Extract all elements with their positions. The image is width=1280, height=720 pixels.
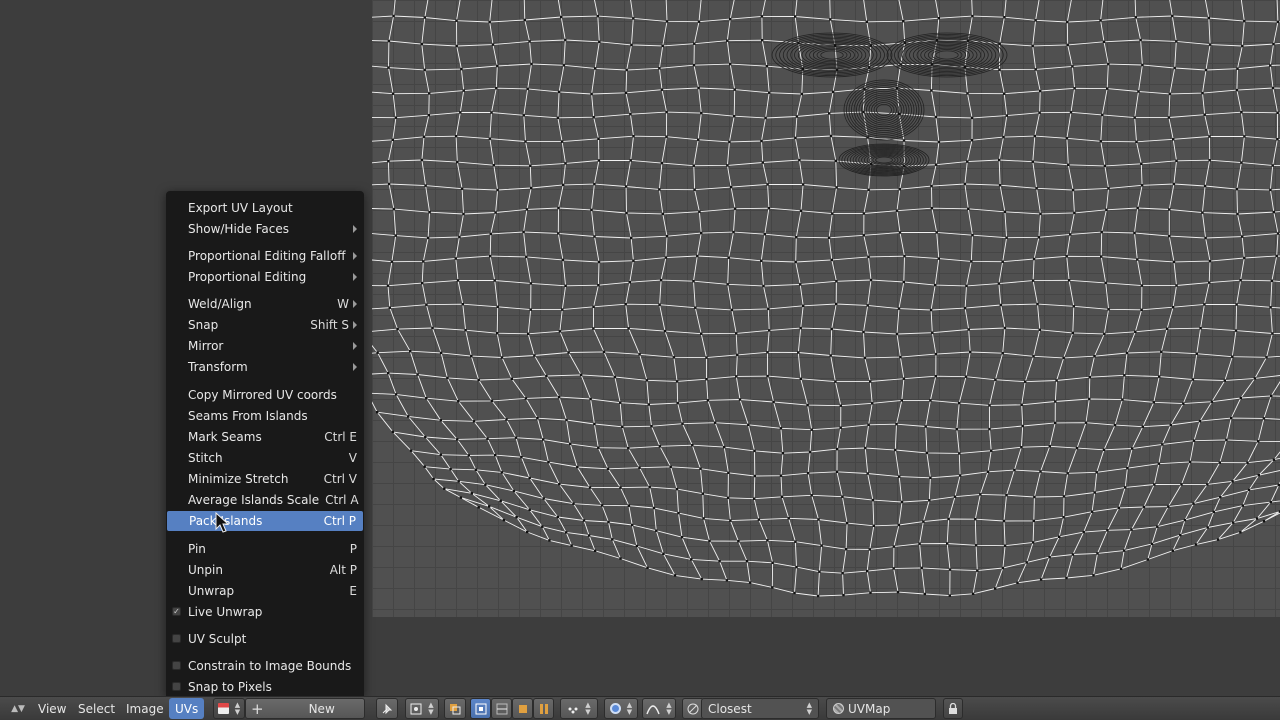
snap-target-dropdown[interactable]: Closest ▲ ▼ (701, 698, 819, 719)
proportional-editing-icon (609, 703, 621, 714)
updown-arrows-icon: ▲ ▼ (234, 700, 241, 716)
checkbox-icon[interactable] (172, 661, 181, 670)
uv-editor-empty-area[interactable] (372, 617, 1280, 696)
uvs-dropdown-menu: Export UV Layout Show/Hide Faces Proport… (166, 191, 364, 696)
updown-arrows-icon: ▲ ▼ (806, 700, 812, 716)
menu-item-unpin[interactable]: Unpin Alt P (166, 560, 364, 580)
menu-item-proportional-editing-falloff[interactable]: Proportional Editing Falloff (166, 246, 364, 266)
lock-icon[interactable] (943, 698, 963, 719)
updown-arrows-icon: ▲ ▼ (626, 700, 633, 716)
island-select-icon[interactable] (533, 698, 554, 719)
menu-item-copy-mirrored-uv-coords[interactable]: Copy Mirrored UV coords (166, 385, 364, 405)
menu-item-minimize-stretch[interactable]: Minimize Stretch Ctrl V (166, 469, 364, 489)
proportional-editing-toggle[interactable]: ▲ ▼ (604, 698, 638, 719)
falloff-curve-icon (646, 704, 660, 714)
checkbox-icon[interactable] (172, 634, 181, 643)
menu-item-show-hide-faces[interactable]: Show/Hide Faces (166, 219, 364, 239)
menu-item-mark-seams[interactable]: Mark Seams Ctrl E (166, 427, 364, 447)
menu-item-pack-islands[interactable]: Pack Islands Ctrl P (167, 511, 363, 531)
submenu-arrow-icon (353, 252, 357, 260)
menu-item-stitch[interactable]: Stitch V (166, 448, 364, 468)
submenu-arrow-icon (353, 342, 357, 350)
menu-item-constrain-to-image-bounds[interactable]: Constrain to Image Bounds (166, 656, 364, 676)
checkbox-checked-icon[interactable]: ✓ (172, 607, 181, 616)
uv-editor-canvas[interactable] (372, 0, 1280, 617)
mouse-cursor-icon (215, 512, 229, 533)
edge-select-icon[interactable] (491, 698, 512, 719)
menu-image[interactable]: Image (126, 698, 164, 719)
sticky-mode-selector[interactable]: ▲ ▼ (560, 698, 598, 719)
updown-arrows-icon: ▲ ▼ (428, 700, 434, 716)
menu-item-seams-from-islands[interactable]: Seams From Islands (166, 406, 364, 426)
submenu-arrow-icon (353, 363, 357, 371)
menu-item-transform[interactable]: Transform (166, 357, 364, 377)
uv-map-icon (833, 703, 844, 714)
menu-view[interactable]: View (38, 698, 66, 719)
pin-icon[interactable] (376, 698, 398, 719)
submenu-arrow-icon (353, 321, 357, 329)
falloff-selector[interactable]: ▲ ▼ (642, 698, 676, 719)
menu-item-proportional-editing[interactable]: Proportional Editing (166, 267, 364, 287)
sticky-mode-icon (568, 707, 578, 713)
menu-item-average-islands-scale[interactable]: Average Islands Scale Ctrl A (166, 490, 364, 510)
menu-item-weld-align[interactable]: Weld/Align W (166, 294, 364, 314)
menu-item-live-unwrap[interactable]: ✓ Live Unwrap (166, 602, 364, 622)
menu-item-export-uv-layout[interactable]: Export UV Layout (166, 198, 364, 218)
updown-arrows-icon: ▲ ▼ (585, 700, 591, 716)
menu-uvs[interactable]: UVs (169, 698, 205, 719)
updown-arrows-icon: ▲ ▼ (666, 700, 672, 716)
menu-item-unwrap[interactable]: Unwrap E (166, 581, 364, 601)
menu-select[interactable]: Select (78, 698, 115, 719)
editor-type-icon[interactable]: ▲▼ (6, 698, 30, 719)
sticky-selection-icon[interactable] (444, 698, 466, 719)
image-browse-button[interactable]: ▲ ▼ (213, 698, 245, 719)
checkbox-icon[interactable] (172, 682, 181, 691)
new-image-button[interactable]: + New (245, 698, 365, 719)
plus-icon: + (251, 699, 264, 718)
menu-item-snap-to-pixels[interactable]: Snap to Pixels (166, 677, 364, 697)
face-select-icon[interactable] (512, 698, 533, 719)
vertex-select-icon[interactable] (470, 698, 491, 719)
image-icon (217, 703, 229, 714)
menu-item-uv-sculpt[interactable]: UV Sculpt (166, 629, 364, 649)
uv-mesh-wireframe (372, 0, 1280, 598)
submenu-arrow-icon (353, 273, 357, 281)
submenu-arrow-icon (353, 225, 357, 233)
pivot-point-selector[interactable]: ▲ ▼ (405, 698, 439, 719)
pivot-icon (410, 703, 422, 714)
menu-item-snap[interactable]: Snap Shift S (166, 315, 364, 335)
submenu-arrow-icon (353, 300, 357, 308)
menu-item-mirror[interactable]: Mirror (166, 336, 364, 356)
menu-item-pin[interactable]: Pin P (166, 539, 364, 559)
uv-map-selector[interactable]: UVMap (826, 698, 936, 719)
uv-editor-header: ▲▼ View Select Image UVs ▲ ▼ + New ▲ ▼ ▲ ▼ … (0, 696, 1280, 720)
